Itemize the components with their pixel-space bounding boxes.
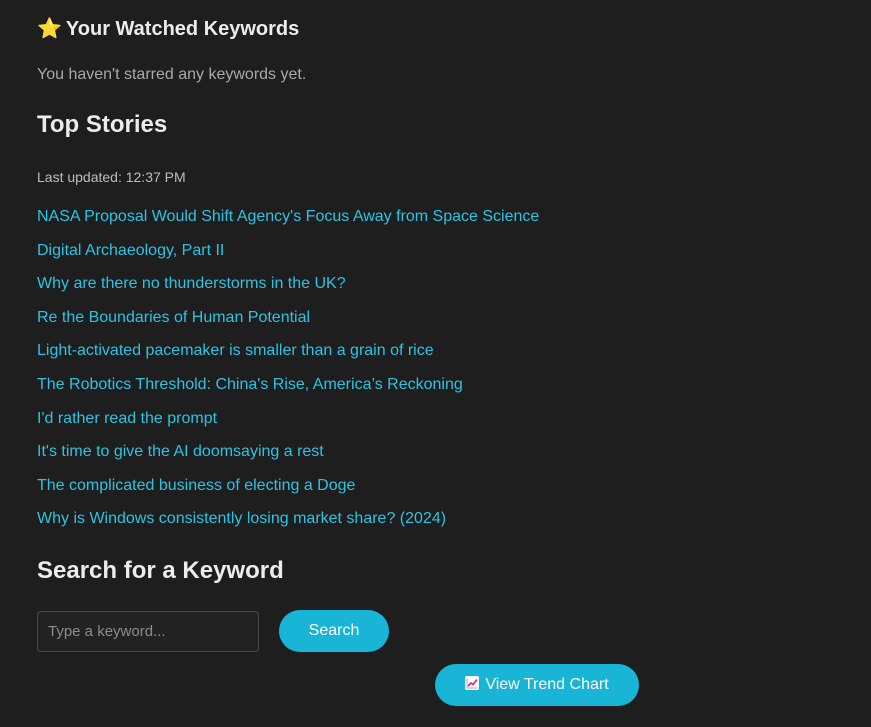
search-button[interactable]: Search	[279, 610, 389, 652]
list-item: Why are there no thunderstorms in the UK…	[37, 274, 539, 308]
watched-keywords-empty-message: You haven't starred any keywords yet.	[37, 66, 307, 83]
view-trend-chart-button[interactable]: View Trend Chart	[435, 664, 639, 706]
list-item: Why is Windows consistently losing marke…	[37, 509, 539, 543]
list-item: Re the Boundaries of Human Potential	[37, 308, 539, 342]
top-stories-list: NASA Proposal Would Shift Agency's Focus…	[37, 207, 539, 543]
story-link[interactable]: I'd rather read the prompt	[37, 410, 217, 427]
last-updated-timestamp: Last updated: 12:37 PM	[37, 169, 186, 185]
story-link[interactable]: Why is Windows consistently losing marke…	[37, 510, 446, 527]
star-icon: ⭐	[37, 18, 62, 40]
keyword-search-input[interactable]	[37, 611, 259, 652]
list-item: I'd rather read the prompt	[37, 409, 539, 443]
chart-increasing-icon	[465, 676, 480, 690]
list-item: Light-activated pacemaker is smaller tha…	[37, 341, 539, 375]
story-link[interactable]: Light-activated pacemaker is smaller tha…	[37, 342, 434, 359]
view-trend-chart-label: View Trend Chart	[485, 676, 609, 693]
list-item: NASA Proposal Would Shift Agency's Focus…	[37, 207, 539, 241]
page: ⭐ Your Watched Keywords You haven't starr…	[0, 0, 871, 727]
top-stories-title: Top Stories	[37, 111, 168, 138]
list-item: Digital Archaeology, Part II	[37, 241, 539, 275]
search-section-title: Search for a Keyword	[37, 557, 284, 584]
story-link[interactable]: The Robotics Threshold: China's Rise, Am…	[37, 376, 463, 393]
story-link[interactable]: Why are there no thunderstorms in the UK…	[37, 275, 346, 292]
story-link[interactable]: Digital Archaeology, Part II	[37, 242, 224, 259]
watched-keywords-title: Your Watched Keywords	[65, 18, 300, 40]
list-item: The complicated business of electing a D…	[37, 476, 539, 510]
list-item: The Robotics Threshold: China's Rise, Am…	[37, 375, 539, 409]
story-link[interactable]: The complicated business of electing a D…	[37, 477, 355, 494]
list-item: It's time to give the AI doomsaying a re…	[37, 442, 539, 476]
story-link[interactable]: Re the Boundaries of Human Potential	[37, 309, 310, 326]
watched-keywords-heading: ⭐ Your Watched Keywords	[37, 17, 299, 41]
story-link[interactable]: It's time to give the AI doomsaying a re…	[37, 443, 324, 460]
story-link[interactable]: NASA Proposal Would Shift Agency's Focus…	[37, 208, 539, 225]
